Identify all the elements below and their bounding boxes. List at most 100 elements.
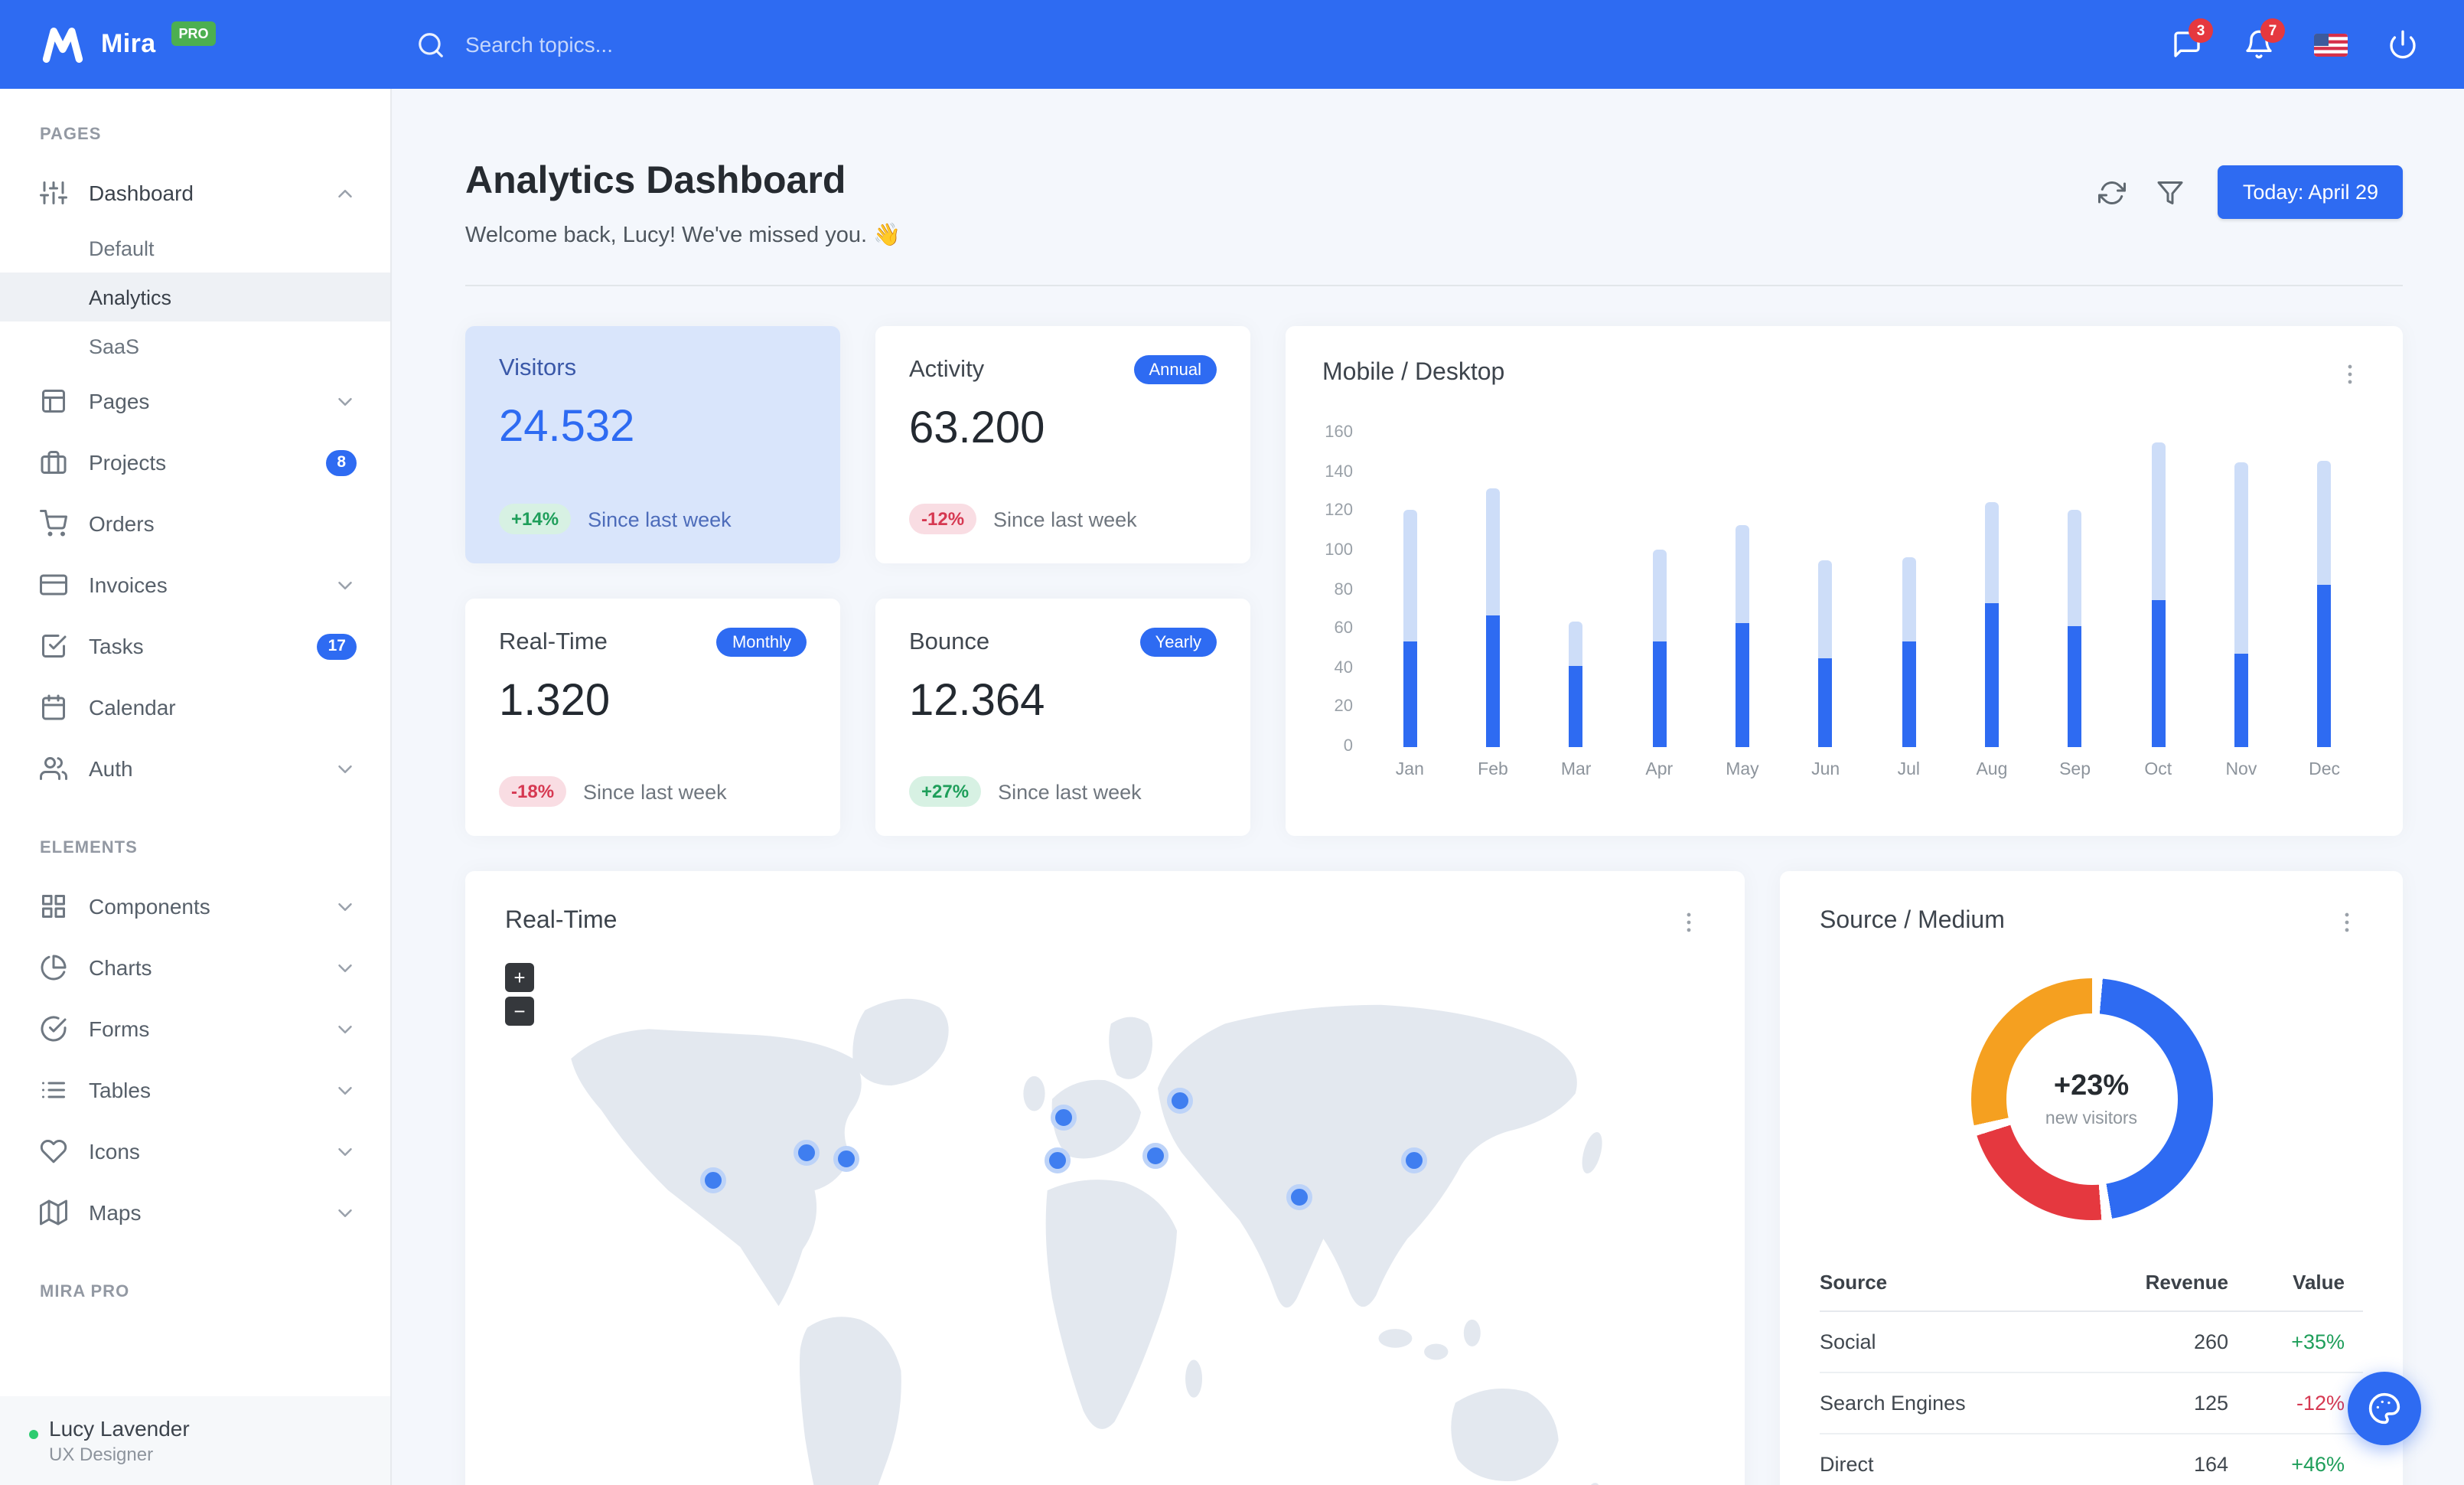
messages-count-badge: 3 bbox=[2189, 18, 2213, 43]
bar-column-feb: Feb bbox=[1452, 433, 1535, 779]
card-menu-button[interactable] bbox=[2332, 357, 2366, 390]
page-header: Analytics Dashboard Welcome back, Lucy! … bbox=[465, 159, 2403, 248]
sidebar-item-label: Charts bbox=[89, 955, 152, 980]
stats-grid: Visitors 24.532 +14% Since last week Act… bbox=[465, 326, 2403, 836]
delta-badge: +14% bbox=[499, 504, 572, 534]
stat-value: 24.532 bbox=[499, 403, 635, 452]
sidebar-item-invoices[interactable]: Invoices bbox=[0, 554, 390, 615]
bar-segment-desktop bbox=[1984, 501, 1999, 604]
theme-settings-fab[interactable] bbox=[2348, 1372, 2421, 1445]
filter-button[interactable] bbox=[2145, 166, 2197, 218]
sidebar-item-analytics[interactable]: Analytics bbox=[0, 273, 390, 321]
bounce-card: Bounce Yearly 12.364 +27% Since last wee… bbox=[875, 599, 1250, 836]
sidebar-item-label: Pages bbox=[89, 389, 150, 413]
notifications-count-badge: 7 bbox=[2260, 18, 2285, 43]
signout-button[interactable] bbox=[2372, 14, 2433, 75]
sidebar-item-saas[interactable]: SaaS bbox=[0, 321, 390, 370]
bar-segment-desktop bbox=[2151, 442, 2166, 600]
sidebar-item-label: Invoices bbox=[89, 573, 168, 597]
card-menu-button[interactable] bbox=[2329, 905, 2363, 938]
chevron-up-icon bbox=[334, 181, 357, 204]
card-menu-button[interactable] bbox=[1671, 905, 1705, 938]
search-input[interactable] bbox=[465, 32, 817, 57]
bar-segment-desktop bbox=[1818, 560, 1833, 659]
bar-segment-mobile bbox=[2151, 599, 2166, 747]
chevron-down-icon bbox=[334, 757, 357, 780]
x-axis-label: Dec bbox=[2309, 761, 2340, 779]
zoom-in-button[interactable]: + bbox=[505, 963, 534, 992]
stat-note: Since last week bbox=[588, 508, 732, 530]
sidebar-item-projects[interactable]: Projects 8 bbox=[0, 432, 390, 493]
sidebar-item-calendar[interactable]: Calendar bbox=[0, 677, 390, 738]
bar-column-mar: Mar bbox=[1534, 433, 1618, 779]
realtime-map-card: Real-Time + − bbox=[465, 871, 1745, 1485]
brand[interactable]: Mira PRO bbox=[0, 21, 392, 64]
refresh-button[interactable] bbox=[2087, 166, 2139, 218]
table-row-search-engines: Search Engines 125 -12% bbox=[1820, 1372, 2363, 1434]
cell-value: +46% bbox=[2228, 1434, 2363, 1485]
sidebar-item-default[interactable]: Default bbox=[0, 224, 390, 273]
map-marker bbox=[1044, 1147, 1071, 1173]
sidebar-item-icons[interactable]: Icons bbox=[0, 1121, 390, 1182]
sidebar-item-orders[interactable]: Orders bbox=[0, 493, 390, 554]
chevron-down-icon bbox=[334, 956, 357, 979]
stat-value: 1.320 bbox=[499, 677, 611, 726]
notifications-button[interactable]: 7 bbox=[2228, 14, 2290, 75]
chevron-down-icon bbox=[334, 1017, 357, 1040]
map-marker bbox=[1142, 1142, 1168, 1169]
period-badge[interactable]: Annual bbox=[1133, 355, 1217, 384]
bar-column-jan: Jan bbox=[1368, 433, 1452, 779]
bar-segment-desktop bbox=[2068, 509, 2082, 626]
cell-source: Direct bbox=[1820, 1434, 2029, 1485]
language-button[interactable] bbox=[2300, 14, 2361, 75]
lower-grid: Real-Time + − Source / Medium +23% new v… bbox=[465, 871, 2403, 1485]
mira-logo-icon bbox=[40, 24, 86, 64]
navbar-actions: 3 7 bbox=[2156, 14, 2464, 75]
sidebar-item-auth[interactable]: Auth bbox=[0, 738, 390, 799]
bar-segment-mobile bbox=[2234, 653, 2248, 747]
delta-badge: -18% bbox=[499, 776, 567, 807]
x-axis-label: Aug bbox=[1976, 761, 2008, 779]
users-icon bbox=[40, 755, 67, 782]
sidebar-item-pages[interactable]: Pages bbox=[0, 370, 390, 432]
column-header-source: Source bbox=[1820, 1254, 2029, 1312]
sidebar-item-forms[interactable]: Forms bbox=[0, 998, 390, 1059]
donut-center-value: +23% bbox=[2053, 1070, 2130, 1102]
sidebar-item-dashboard[interactable]: Dashboard bbox=[0, 162, 390, 224]
column-header-value: Value bbox=[2228, 1254, 2363, 1312]
date-range-button[interactable]: Today: April 29 bbox=[2218, 165, 2403, 219]
map-marker bbox=[833, 1145, 859, 1172]
app: Mira PRO 3 7 bbox=[0, 0, 2464, 1485]
sidebar-user[interactable]: Lucy Lavender UX Designer bbox=[0, 1396, 390, 1485]
main-content: Analytics Dashboard Welcome back, Lucy! … bbox=[392, 89, 2464, 1485]
filter-icon bbox=[2157, 178, 2185, 206]
bar-segment-desktop bbox=[1735, 525, 1749, 624]
bar-segment-mobile bbox=[1818, 658, 1833, 747]
table-row-social: Social 260 +35% bbox=[1820, 1311, 2363, 1373]
map-marker bbox=[793, 1139, 820, 1165]
sidebar-item-label: Icons bbox=[89, 1139, 140, 1164]
activity-card: Activity Annual 63.200 -12% Since last w… bbox=[875, 326, 1250, 563]
period-badge[interactable]: Monthly bbox=[716, 628, 807, 657]
sidebar-item-components[interactable]: Components bbox=[0, 876, 390, 937]
sidebar-item-charts[interactable]: Charts bbox=[0, 937, 390, 998]
sidebar-item-maps[interactable]: Maps bbox=[0, 1182, 390, 1243]
cell-revenue: 260 bbox=[2029, 1311, 2228, 1373]
sidebar-item-tasks[interactable]: Tasks 17 bbox=[0, 615, 390, 677]
bar-segment-mobile bbox=[1902, 641, 1916, 747]
source-table: Source Revenue Value Social 260 +35% Search… bbox=[1820, 1254, 2363, 1485]
world-map: + − bbox=[505, 954, 1705, 1485]
stat-title: Activity bbox=[909, 356, 985, 382]
stat-note: Since last week bbox=[583, 780, 727, 803]
card-title: Mobile / Desktop bbox=[1322, 360, 1505, 386]
zoom-out-button[interactable]: − bbox=[505, 997, 534, 1026]
stat-value: 12.364 bbox=[909, 677, 1045, 726]
x-axis-label: Oct bbox=[2144, 761, 2172, 779]
header-divider bbox=[465, 285, 2403, 286]
bar-segment-mobile bbox=[1569, 666, 1583, 747]
messages-button[interactable]: 3 bbox=[2156, 14, 2218, 75]
period-badge[interactable]: Yearly bbox=[1139, 628, 1217, 657]
sidebar-nav: PAGES Dashboard Default Analytics SaaS Pages P… bbox=[0, 89, 390, 1320]
sidebar-item-tables[interactable]: Tables bbox=[0, 1059, 390, 1121]
sidebar-section-label-elements: ELEMENTS bbox=[40, 839, 138, 857]
